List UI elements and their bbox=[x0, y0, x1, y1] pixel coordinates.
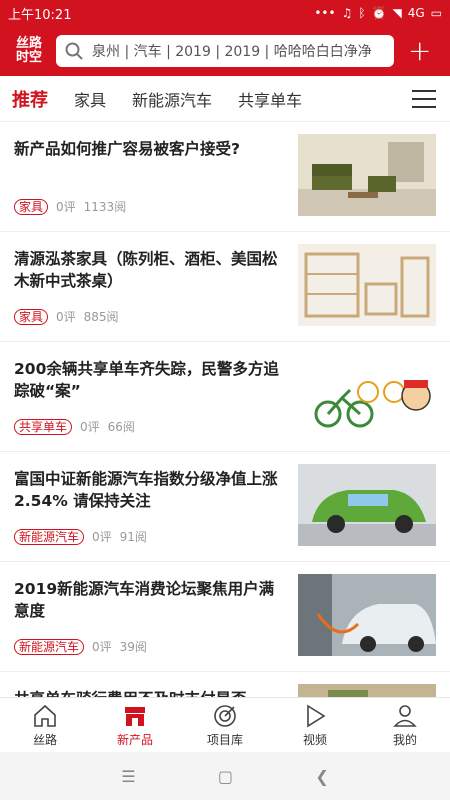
item-tag[interactable]: 新能源汽车 bbox=[14, 528, 85, 545]
item-title: 富国中证新能源汽车指数分级净值上涨2.54% 请保持关注 bbox=[14, 470, 278, 510]
tab-new-energy-car[interactable]: 新能源汽车 bbox=[132, 83, 212, 115]
item-meta: 新能源汽车 0评 39阅 bbox=[14, 638, 155, 655]
item-thumbnail bbox=[298, 354, 436, 436]
nav-label: 新产品 bbox=[116, 732, 153, 747]
item-meta: 家具 0评 885阅 bbox=[14, 308, 127, 325]
tab-furniture[interactable]: 家具 bbox=[74, 83, 106, 115]
item-title: 新产品如何推广容易被客户接受? bbox=[14, 140, 240, 158]
top-bar: 丝路 时空 泉州 | 汽车 | 2019 | 2019 | 哈哈哈白白净净 + bbox=[0, 26, 450, 76]
status-time: 上午10:21 bbox=[8, 7, 72, 23]
app-logo[interactable]: 丝路 时空 bbox=[10, 37, 48, 65]
item-meta: 新能源汽车 0评 91阅 bbox=[14, 528, 155, 545]
item-meta: 家具 0评 1133阅 bbox=[14, 198, 134, 215]
play-icon bbox=[307, 704, 326, 727]
nav-label: 丝路 bbox=[32, 732, 57, 747]
battery-icon: ▭ bbox=[430, 6, 442, 20]
nav-label: 我的 bbox=[392, 732, 417, 747]
menu-key-icon[interactable]: ☰ bbox=[121, 767, 135, 786]
nav-label: 视频 bbox=[302, 732, 327, 747]
item-tag[interactable]: 共享单车 bbox=[14, 418, 73, 435]
item-reads: 885阅 bbox=[83, 310, 119, 324]
list-item[interactable]: 富国中证新能源汽车指数分级净值上涨2.54% 请保持关注 新能源汽车 0评 91… bbox=[0, 452, 450, 562]
back-key-icon[interactable]: ❮ bbox=[315, 767, 328, 786]
list-item[interactable]: 2019新能源汽车消费论坛聚焦用户满意度 新能源汽车 0评 39阅 bbox=[0, 562, 450, 672]
item-comments: 0评 bbox=[80, 420, 100, 434]
item-thumbnail bbox=[298, 244, 436, 326]
search-input[interactable]: 泉州 | 汽车 | 2019 | 2019 | 哈哈哈白白净净 bbox=[56, 35, 394, 67]
item-title: 共享单车骑行费用不及时支付是否 bbox=[14, 688, 282, 697]
status-icons: ••• ♫ ᛒ ⏰ ◥ 4G ▭ bbox=[314, 6, 442, 20]
item-thumbnail bbox=[298, 684, 436, 697]
logo-top-text: 丝路 bbox=[15, 36, 42, 51]
bottom-nav: 丝路 新产品 项目库 视频 我的 bbox=[0, 697, 450, 752]
headphone-icon: ♫ bbox=[341, 6, 353, 20]
item-thumbnail bbox=[298, 574, 436, 656]
item-meta: 共享单车 0评 66阅 bbox=[14, 418, 143, 435]
status-bar: 上午10:21 ••• ♫ ᛒ ⏰ ◥ 4G ▭ bbox=[0, 0, 450, 26]
search-placeholder: 泉州 | 汽车 | 2019 | 2019 | 哈哈哈白白净净 bbox=[92, 44, 372, 60]
tab-shared-bike[interactable]: 共享单车 bbox=[238, 83, 302, 115]
nav-silkroad[interactable]: 丝路 bbox=[0, 698, 90, 752]
item-reads: 91阅 bbox=[119, 530, 147, 544]
search-icon bbox=[65, 42, 83, 60]
alarm-icon: ⏰ bbox=[371, 6, 387, 20]
item-comments: 0评 bbox=[92, 640, 112, 654]
category-tabs: 推荐 家具 新能源汽车 共享单车 bbox=[0, 76, 450, 122]
home-key-icon[interactable]: ▢ bbox=[218, 767, 233, 786]
dots-icon: ••• bbox=[314, 6, 336, 20]
wifi-icon: ◥ bbox=[392, 6, 402, 20]
home-icon bbox=[34, 704, 56, 727]
menu-icon[interactable] bbox=[412, 90, 436, 108]
add-button[interactable]: + bbox=[408, 37, 431, 65]
nav-me[interactable]: 我的 bbox=[360, 698, 450, 752]
nav-label: 项目库 bbox=[206, 732, 243, 747]
tab-recommend[interactable]: 推荐 bbox=[12, 82, 48, 116]
bluetooth-icon: ᛒ bbox=[358, 6, 366, 20]
list-item[interactable]: 新产品如何推广容易被客户接受? 家具 0评 1133阅 bbox=[0, 122, 450, 232]
nav-new-product[interactable]: 新产品 bbox=[90, 698, 180, 752]
item-reads: 39阅 bbox=[119, 640, 147, 654]
item-comments: 0评 bbox=[56, 200, 76, 214]
system-nav-bar: ☰ ▢ ❮ bbox=[0, 752, 450, 800]
item-comments: 0评 bbox=[56, 310, 76, 324]
item-title: 200余辆共享单车齐失踪，民警多方追踪破“案” bbox=[14, 360, 279, 400]
nav-video[interactable]: 视频 bbox=[270, 698, 360, 752]
item-comments: 0评 bbox=[92, 530, 112, 544]
nav-projects[interactable]: 项目库 bbox=[180, 698, 270, 752]
item-title: 2019新能源汽车消费论坛聚焦用户满意度 bbox=[14, 580, 275, 620]
news-feed[interactable]: 新产品如何推广容易被客户接受? 家具 0评 1133阅 清源泓茶家具（陈列柜、酒… bbox=[0, 122, 450, 697]
store-icon bbox=[125, 706, 145, 726]
list-item[interactable]: 共享单车骑行费用不及时支付是否 bbox=[0, 672, 450, 697]
network-label: 4G bbox=[407, 6, 425, 20]
item-thumbnail bbox=[298, 464, 436, 546]
list-item[interactable]: 清源泓茶家具（陈列柜、酒柜、美国松木新中式茶桌） 家具 0评 885阅 bbox=[0, 232, 450, 342]
item-reads: 1133阅 bbox=[83, 200, 127, 214]
item-title: 清源泓茶家具（陈列柜、酒柜、美国松木新中式茶桌） bbox=[14, 250, 278, 290]
item-reads: 66阅 bbox=[107, 420, 135, 434]
list-item[interactable]: 200余辆共享单车齐失踪，民警多方追踪破“案” 共享单车 0评 66阅 bbox=[0, 342, 450, 452]
item-tag[interactable]: 新能源汽车 bbox=[14, 638, 85, 655]
logo-bottom-text: 时空 bbox=[15, 50, 42, 65]
item-tag[interactable]: 家具 bbox=[14, 198, 49, 215]
item-tag[interactable]: 家具 bbox=[14, 308, 49, 325]
target-icon bbox=[214, 704, 236, 727]
user-icon bbox=[393, 704, 417, 727]
item-thumbnail bbox=[298, 134, 436, 216]
